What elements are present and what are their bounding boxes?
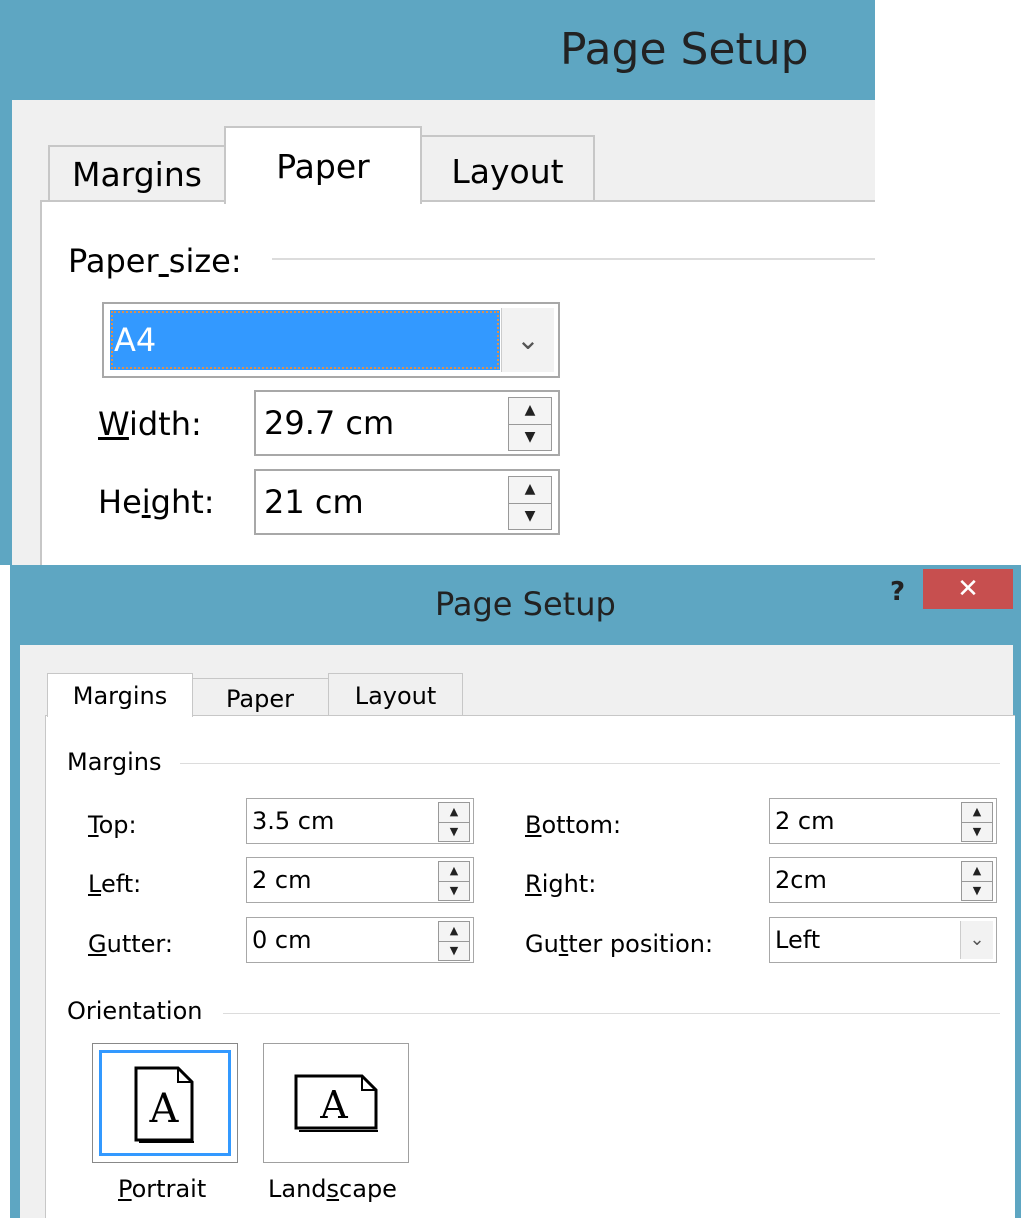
bottom-margin-label: Bottom: bbox=[525, 811, 622, 839]
portrait-label[interactable]: Portrait bbox=[118, 1175, 206, 1203]
landscape-page-icon: A bbox=[294, 1074, 378, 1132]
spin-up-icon[interactable]: ▲ bbox=[439, 922, 469, 942]
gutter-position-dropdown[interactable]: Left ⌄ bbox=[769, 917, 997, 963]
spin-up-icon[interactable]: ▲ bbox=[509, 398, 551, 425]
spin-down-icon[interactable]: ▼ bbox=[962, 823, 992, 842]
page-setup-dialog: Page Setup ? ✕ Margins Paper Layout Marg… bbox=[10, 565, 1021, 1218]
height-value[interactable]: 21 cm bbox=[264, 471, 364, 533]
orientation-group-label: Orientation bbox=[67, 997, 203, 1025]
paper-size-group-label: Paper size: bbox=[68, 242, 242, 280]
close-button[interactable]: ✕ bbox=[923, 569, 1013, 609]
spin-up-icon[interactable]: ▲ bbox=[439, 862, 469, 882]
margins-group-label: Margins bbox=[67, 748, 162, 776]
tab-paper[interactable]: Paper bbox=[191, 678, 329, 716]
landscape-option[interactable]: A bbox=[263, 1043, 409, 1163]
svg-text:A: A bbox=[149, 1086, 180, 1132]
right-margin-spinner[interactable]: 2cm ▲ ▼ bbox=[769, 857, 997, 903]
spin-up-icon[interactable]: ▲ bbox=[962, 803, 992, 823]
gutter-label: Gutter: bbox=[88, 930, 173, 958]
group-divider bbox=[180, 763, 1000, 764]
group-divider bbox=[223, 1013, 1000, 1014]
group-divider bbox=[272, 258, 875, 260]
right-margin-value[interactable]: 2cm bbox=[775, 858, 827, 902]
right-margin-label: Right: bbox=[525, 870, 597, 898]
dialog-title: Page Setup bbox=[435, 585, 616, 623]
width-value[interactable]: 29.7 cm bbox=[264, 392, 394, 454]
height-spin-buttons[interactable]: ▲ ▼ bbox=[508, 476, 552, 530]
spin-down-icon[interactable]: ▼ bbox=[439, 882, 469, 901]
gutter-position-value: Left bbox=[775, 926, 821, 954]
width-spinner[interactable]: 29.7 cm ▲ ▼ bbox=[254, 390, 560, 456]
left-margin-value[interactable]: 2 cm bbox=[252, 858, 311, 902]
portrait-option[interactable]: A bbox=[92, 1043, 238, 1163]
top-margin-label: Top: bbox=[88, 811, 137, 839]
help-button[interactable]: ? bbox=[890, 577, 905, 607]
chevron-down-icon[interactable]: ⌄ bbox=[501, 308, 554, 372]
width-label: Width: bbox=[98, 405, 202, 443]
height-label: Height: bbox=[98, 483, 215, 521]
spin-down-icon[interactable]: ▼ bbox=[509, 504, 551, 530]
portrait-page-icon: A bbox=[134, 1066, 194, 1143]
tab-layout[interactable]: Layout bbox=[328, 673, 463, 716]
tab-margins[interactable]: Margins bbox=[47, 673, 193, 717]
tab-margins[interactable]: Margins bbox=[48, 145, 226, 202]
paper-size-dropdown[interactable]: A4 ⌄ bbox=[102, 302, 560, 378]
spin-down-icon[interactable]: ▼ bbox=[439, 823, 469, 842]
gutter-position-label: Gutter position: bbox=[525, 930, 714, 958]
bottom-margin-spinner[interactable]: 2 cm ▲ ▼ bbox=[769, 798, 997, 844]
width-spin-buttons[interactable]: ▲ ▼ bbox=[508, 397, 552, 451]
left-margin-label: Left: bbox=[88, 870, 142, 898]
tab-paper[interactable]: Paper bbox=[224, 126, 422, 204]
svg-text:A: A bbox=[319, 1083, 348, 1127]
spin-up-icon[interactable]: ▲ bbox=[962, 862, 992, 882]
paper-size-selected: A4 bbox=[110, 310, 500, 370]
dialog-title: Page Setup bbox=[560, 24, 809, 75]
spin-down-icon[interactable]: ▼ bbox=[962, 882, 992, 901]
height-spinner[interactable]: 21 cm ▲ ▼ bbox=[254, 469, 560, 535]
landscape-label[interactable]: Landscape bbox=[268, 1175, 397, 1203]
top-margin-spinner[interactable]: 3.5 cm ▲ ▼ bbox=[246, 798, 474, 844]
spin-down-icon[interactable]: ▼ bbox=[439, 942, 469, 961]
gutter-value[interactable]: 0 cm bbox=[252, 918, 311, 962]
bottom-margin-value[interactable]: 2 cm bbox=[775, 799, 834, 843]
top-margin-value[interactable]: 3.5 cm bbox=[252, 799, 334, 843]
spin-up-icon[interactable]: ▲ bbox=[439, 803, 469, 823]
spin-up-icon[interactable]: ▲ bbox=[509, 477, 551, 504]
close-icon: ✕ bbox=[957, 574, 979, 604]
paper-tab-zoom-dialog: Page Setup Margins Paper Layout Paper si… bbox=[0, 0, 875, 565]
left-margin-spinner[interactable]: 2 cm ▲ ▼ bbox=[246, 857, 474, 903]
chevron-down-icon[interactable]: ⌄ bbox=[960, 921, 993, 959]
gutter-spinner[interactable]: 0 cm ▲ ▼ bbox=[246, 917, 474, 963]
tab-layout[interactable]: Layout bbox=[420, 135, 595, 202]
spin-down-icon[interactable]: ▼ bbox=[509, 425, 551, 451]
